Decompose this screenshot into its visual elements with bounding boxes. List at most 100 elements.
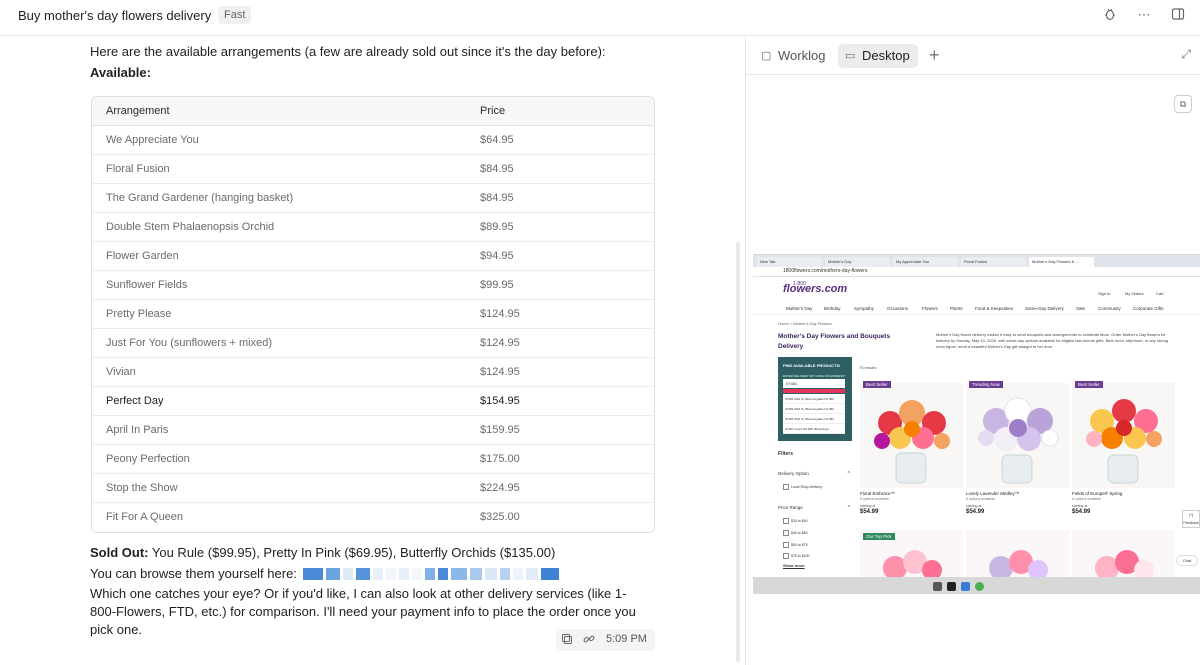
product-from: starting at	[966, 504, 982, 508]
address-option[interactable]: 07481 Wild St, Bloomingdale NJ 080	[783, 414, 845, 424]
site-nav-item[interactable]: Birthday	[824, 306, 841, 311]
product-name: Floral Embrace™	[860, 491, 896, 496]
page-intro: Mother's Day flower delivery makes it ea…	[936, 332, 1169, 349]
sold-out-text: You Rule ($99.95), Pretty In Pink ($69.9…	[148, 545, 556, 560]
site-nav-item[interactable]: Sympathy	[854, 306, 874, 311]
more-options-icon[interactable]: ⋯	[1136, 7, 1152, 23]
arrangements-table: Arrangement Price We Appreciate You $64.9…	[91, 96, 655, 533]
zip-input[interactable]: 07481	[783, 379, 845, 388]
panel-toggle-icon[interactable]	[1170, 7, 1186, 23]
sold-out-line: Sold Out: You Rule ($99.95), Pretty In P…	[90, 544, 650, 562]
bug-icon[interactable]	[1102, 7, 1118, 23]
delivery-option-filter[interactable]: Delivery Option ^	[778, 471, 850, 477]
site-logo[interactable]: flowers.com	[783, 283, 847, 295]
product-card[interactable]: Our Top Pick	[860, 530, 963, 578]
column-header-arrangement: Arrangement	[106, 105, 170, 117]
screenshot-tool-icon[interactable]: ⧉	[1174, 95, 1192, 113]
task-title: Buy mother's day flowers delivery	[18, 8, 212, 23]
product-price: $54.99	[966, 509, 985, 515]
browser-icon[interactable]	[975, 582, 984, 591]
column-header-price: Price	[480, 105, 506, 117]
arrangement-name: We Appreciate You	[106, 134, 199, 146]
redacted-block	[470, 568, 482, 580]
show-more-link[interactable]: Show more	[783, 563, 805, 568]
tab-worklog-label: Worklog	[778, 48, 826, 63]
table-row: Flower Garden $94.95	[92, 242, 654, 271]
table-header: Arrangement Price	[92, 97, 654, 126]
tab-worklog[interactable]: ▢ Worklog	[754, 44, 833, 68]
site-nav-item[interactable]: Mother's Day	[786, 306, 812, 311]
redacted-block	[485, 568, 497, 580]
price-range-filter[interactable]: Price Range ^	[778, 505, 850, 511]
site-nav-item[interactable]: Corporate Gifts	[1133, 306, 1164, 311]
product-price: $54.99	[860, 509, 879, 515]
product-price: $54.99	[1072, 509, 1091, 515]
site-nav-item[interactable]: Food & Keepsakes	[975, 306, 1013, 311]
finder-title: FIND AVAILABLE PRODUCTS!	[783, 363, 841, 368]
arrangement-price: $224.95	[480, 482, 520, 494]
redacted-link[interactable]	[303, 568, 586, 580]
site-nav-item[interactable]: Plants	[950, 306, 963, 311]
address-suggestions: 07481 Wild St, Bloomingdale NJ 080 07481…	[783, 394, 845, 434]
arrangement-name: The Grand Gardener (hanging basket)	[106, 192, 294, 204]
local-shop-checkbox[interactable]: Local Shop Delivery	[783, 484, 822, 490]
product-card[interactable]	[966, 530, 1069, 578]
site-nav-item[interactable]: Community	[1098, 306, 1121, 311]
price-checkbox[interactable]: $40 to $50	[783, 530, 808, 536]
terminal-icon[interactable]	[947, 582, 956, 591]
product-image	[989, 550, 1048, 578]
breadcrumb: Home > Mother's Day Flowers	[778, 321, 832, 326]
arrangement-name: Pretty Please	[106, 308, 172, 320]
redacted-block	[438, 568, 448, 580]
product-card[interactable]	[1072, 530, 1175, 578]
url-text: 1800flowers.com/mothers-day-flowers	[783, 268, 868, 274]
worklog-icon: ▢	[761, 50, 772, 62]
browser-tab[interactable]: Mother's Day	[825, 257, 890, 267]
browser-address-bar[interactable]: 1800flowers.com/mothers-day-flowers	[753, 267, 1200, 277]
cart-link[interactable]: Cart	[1156, 291, 1164, 296]
chat-scrollbar[interactable]	[736, 242, 740, 662]
price-checkbox[interactable]: $30 to $40	[783, 518, 808, 524]
site-nav-item[interactable]: Flowers	[922, 306, 938, 311]
site-nav-item[interactable]: Same-Day Delivery	[1025, 306, 1064, 311]
page-heading: Mother's Day Flowers and Bouquets Delive…	[778, 333, 891, 350]
redacted-block	[303, 568, 323, 580]
browser-tab[interactable]: New Tab	[757, 257, 822, 267]
chevron-up-icon: ^	[847, 471, 850, 477]
arrangement-name: Sunflower Fields	[106, 279, 188, 291]
finder-highlight	[783, 389, 845, 393]
address-option[interactable]: 07481 Wild St, Bloomingdale NJ 080	[783, 404, 845, 414]
copy-icon[interactable]	[560, 633, 574, 647]
table-row: Fit For A Queen $325.00	[92, 503, 654, 532]
top-bar: Buy mother's day flowers delivery Fast ⋯	[0, 0, 1200, 36]
browser-tab-active[interactable]: Mother's Day Flowers & ...	[1029, 257, 1094, 267]
arrangement-name: Fit For A Queen	[106, 511, 184, 523]
arrangement-price: $154.95	[480, 395, 520, 407]
browser-tab[interactable]: My Appreciate You	[893, 257, 958, 267]
product-image	[1095, 550, 1154, 578]
feedback-tab[interactable]: [+] Feedback	[1182, 510, 1200, 528]
my-orders-link[interactable]: My Orders	[1125, 291, 1144, 296]
tab-desktop[interactable]: ▭ Desktop	[838, 44, 918, 68]
files-icon[interactable]	[961, 582, 970, 591]
sign-in-link[interactable]: Sign In	[1098, 291, 1110, 296]
chat-pane: Here are the available arrangements (a f…	[0, 37, 745, 665]
link-icon[interactable]	[582, 633, 596, 647]
redacted-block	[386, 568, 396, 580]
address-option[interactable]: 07481 Count Rd 385, Bloomingd	[783, 424, 845, 434]
add-tab-icon[interactable]: +	[929, 45, 940, 65]
site-nav-item[interactable]: Sale	[1076, 306, 1085, 311]
table-row: Double Stem Phalaenopsis Orchid $89.95	[92, 213, 654, 242]
start-icon[interactable]	[933, 582, 942, 591]
browser-tab[interactable]: Floral Fusion	[961, 257, 1026, 267]
arrangement-name: Flower Garden	[106, 250, 179, 262]
price-checkbox[interactable]: $50 to $75	[783, 542, 808, 548]
redacted-block	[399, 568, 409, 580]
chat-button[interactable]: Chat	[1176, 555, 1198, 566]
address-option[interactable]: 07481 Wild St, Bloomingdale NJ 080	[783, 394, 845, 404]
product-image	[860, 383, 963, 488]
expand-icon[interactable]: ⤢	[1181, 47, 1191, 62]
product-from: starting at	[1072, 504, 1088, 508]
price-checkbox[interactable]: $75 to $100	[783, 553, 810, 559]
site-nav-item[interactable]: Occasions	[887, 306, 908, 311]
